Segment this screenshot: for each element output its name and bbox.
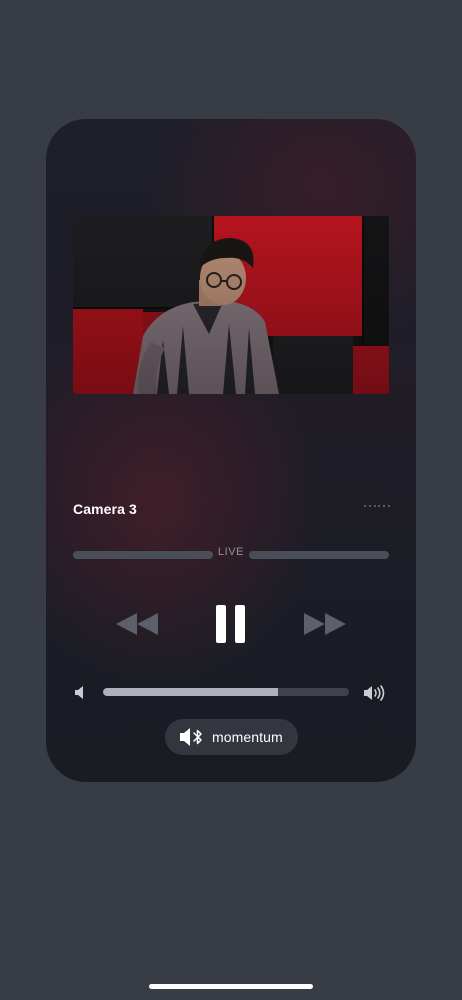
- screen: Camera 3 LIVE momentum: [0, 0, 462, 1000]
- more-dot: [373, 504, 376, 508]
- bluetooth-speaker-icon: [180, 728, 202, 746]
- more-dot: [364, 504, 367, 508]
- more-dot: [368, 504, 371, 508]
- fast-forward-icon: [304, 613, 346, 635]
- rewind-icon: [116, 613, 158, 635]
- pause-button[interactable]: [215, 604, 247, 644]
- more-dot: [387, 504, 390, 508]
- fast-forward-button[interactable]: [301, 613, 347, 635]
- home-indicator[interactable]: [149, 984, 313, 989]
- video-frame-image: [73, 216, 389, 394]
- rewind-button[interactable]: [115, 613, 161, 635]
- track-title: Camera 3: [73, 501, 137, 517]
- live-label: LIVE: [217, 546, 245, 558]
- video-thumbnail[interactable]: [73, 216, 389, 394]
- speaker-high-icon[interactable]: [363, 683, 389, 703]
- volume-slider-fill: [103, 688, 278, 696]
- pause-icon: [216, 605, 245, 643]
- more-dots-icon[interactable]: [364, 499, 390, 513]
- volume-control: [73, 682, 389, 704]
- more-dot: [378, 504, 381, 508]
- playback-scrubber[interactable]: LIVE: [73, 545, 389, 565]
- now-playing-card: Camera 3 LIVE momentum: [46, 119, 416, 782]
- output-device-name: momentum: [212, 729, 283, 745]
- more-dot: [383, 504, 386, 508]
- audio-output-button[interactable]: momentum: [165, 719, 298, 755]
- speaker-low-icon[interactable]: [74, 685, 86, 700]
- volume-slider[interactable]: [103, 688, 349, 696]
